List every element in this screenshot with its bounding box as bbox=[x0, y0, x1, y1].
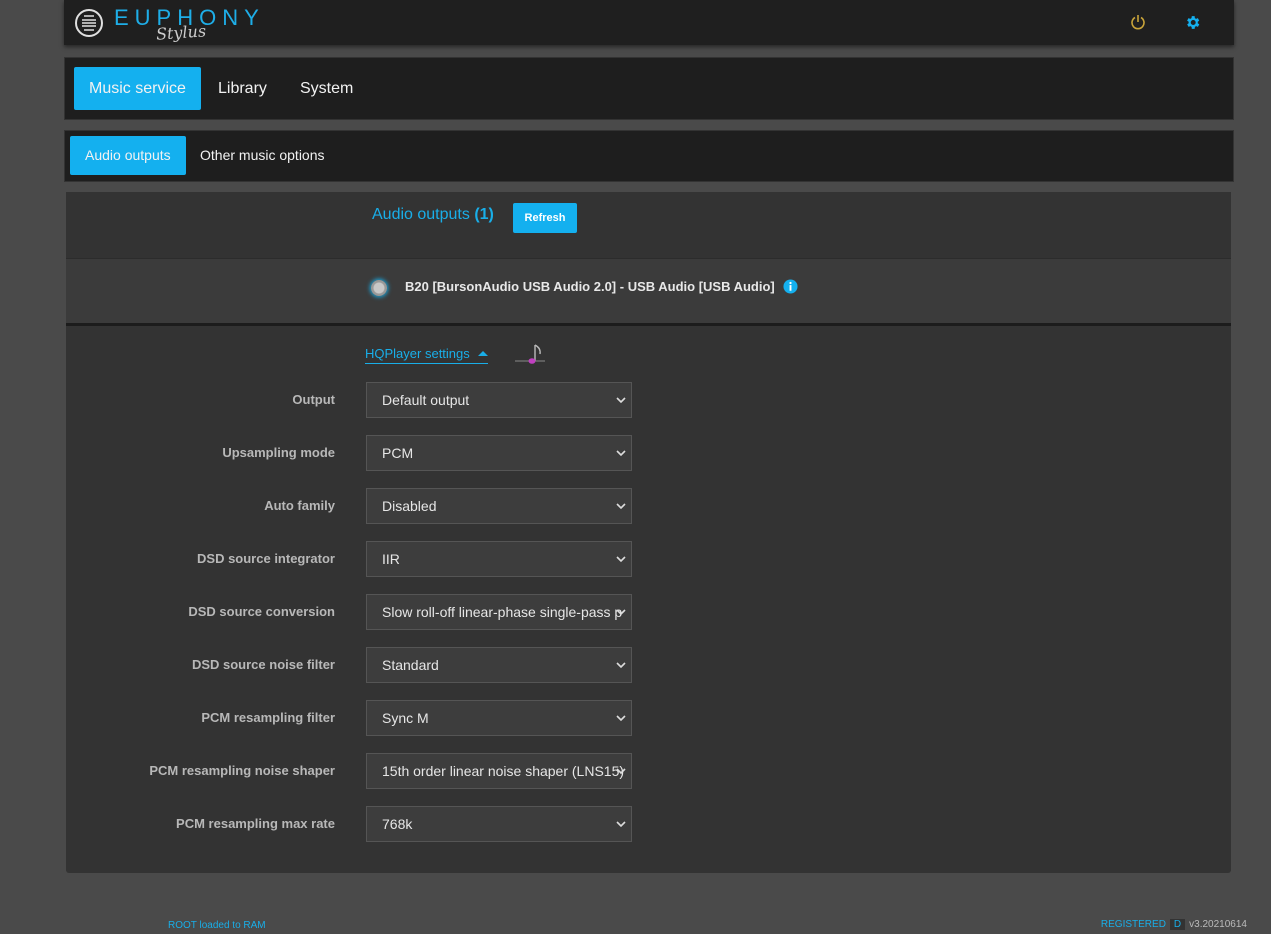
device-name: B20 [BursonAudio USB Audio 2.0] - USB Au… bbox=[405, 279, 775, 294]
dsd-source-integrator-label: DSD source integrator bbox=[197, 551, 335, 566]
euphony-logo[interactable]: EUPHONY Stylus bbox=[74, 5, 259, 44]
output-label: Output bbox=[292, 392, 335, 407]
panel-title: Audio outputs (1) bbox=[372, 206, 494, 224]
device-radio[interactable] bbox=[371, 280, 387, 296]
tab-library[interactable]: Library bbox=[203, 67, 282, 110]
chevron-down-icon bbox=[616, 821, 626, 828]
main-tab-bar: Music service Library System bbox=[64, 57, 1234, 120]
gear-icon[interactable] bbox=[1184, 14, 1201, 31]
chevron-down-icon bbox=[616, 609, 626, 616]
auto-family-value: Disabled bbox=[382, 498, 437, 514]
license-badge: D bbox=[1169, 919, 1186, 930]
dsd-source-conversion-label: DSD source conversion bbox=[188, 604, 335, 619]
pcm-resampling-max-rate-select[interactable]: 768k bbox=[366, 806, 632, 842]
output-select[interactable]: Default output bbox=[366, 382, 632, 418]
chevron-down-icon bbox=[616, 556, 626, 563]
sub-tab-bar: Audio outputs Other music options bbox=[64, 130, 1234, 182]
output-select-value: Default output bbox=[382, 392, 470, 408]
refresh-button[interactable]: Refresh bbox=[513, 203, 577, 233]
pcm-resampling-noise-shaper-value: 15th order linear noise shaper (LNS15) bbox=[382, 763, 624, 779]
upsampling-mode-select[interactable]: PCM bbox=[366, 435, 632, 471]
audio-outputs-panel: Audio outputs (1) Refresh B20 [BursonAud… bbox=[66, 192, 1231, 873]
tab-other-music-options[interactable]: Other music options bbox=[185, 136, 340, 175]
pcm-resampling-noise-shaper-select[interactable]: 15th order linear noise shaper (LNS15) bbox=[366, 753, 632, 789]
chevron-down-icon bbox=[616, 503, 626, 510]
hqplayer-settings-label: HQPlayer settings bbox=[365, 346, 470, 361]
panel-header: Audio outputs (1) Refresh bbox=[66, 192, 1231, 258]
chevron-down-icon bbox=[616, 768, 626, 775]
info-icon[interactable] bbox=[783, 279, 798, 294]
tab-audio-outputs[interactable]: Audio outputs bbox=[70, 136, 186, 175]
upsampling-mode-label: Upsampling mode bbox=[222, 445, 335, 460]
output-count: (1) bbox=[474, 206, 494, 223]
dsd-source-conversion-select[interactable]: Slow roll-off linear-phase single-pass p bbox=[366, 594, 632, 630]
dsd-source-noise-filter-select[interactable]: Standard bbox=[366, 647, 632, 683]
pcm-resampling-max-rate-label: PCM resampling max rate bbox=[176, 816, 335, 831]
dsd-source-integrator-select[interactable]: IIR bbox=[366, 541, 632, 577]
panel-title-text: Audio outputs bbox=[372, 206, 470, 223]
dsd-source-integrator-value: IIR bbox=[382, 551, 400, 567]
chevron-down-icon bbox=[616, 662, 626, 669]
pcm-resampling-filter-select[interactable]: Sync M bbox=[366, 700, 632, 736]
root-ram-status: ROOT loaded to RAM bbox=[168, 920, 266, 931]
tab-music-service[interactable]: Music service bbox=[74, 67, 201, 110]
chevron-down-icon bbox=[616, 397, 626, 404]
dsd-source-noise-filter-value: Standard bbox=[382, 657, 439, 673]
hqplayer-settings-toggle[interactable]: HQPlayer settings bbox=[365, 346, 488, 364]
dsd-source-conversion-value: Slow roll-off linear-phase single-pass p bbox=[382, 604, 623, 620]
pcm-resampling-noise-shaper-label: PCM resampling noise shaper bbox=[149, 763, 335, 778]
version-label: v3.20210614 bbox=[1189, 919, 1247, 930]
footer-status: REGISTERED Dv3.20210614 bbox=[1101, 919, 1247, 930]
euphony-logo-icon bbox=[75, 9, 103, 37]
tab-system[interactable]: System bbox=[285, 67, 368, 110]
pcm-resampling-max-rate-value: 768k bbox=[382, 816, 413, 832]
upsampling-mode-value: PCM bbox=[382, 445, 414, 461]
dsd-source-noise-filter-label: DSD source noise filter bbox=[191, 657, 335, 672]
auto-family-select[interactable]: Disabled bbox=[366, 488, 632, 524]
pcm-resampling-filter-value: Sync M bbox=[382, 710, 429, 726]
chevron-down-icon bbox=[616, 715, 626, 722]
pcm-resampling-filter-label: PCM resampling filter bbox=[201, 710, 335, 725]
auto-family-label: Auto family bbox=[264, 498, 335, 513]
logo-script: Stylus bbox=[155, 21, 207, 44]
chevron-down-icon bbox=[616, 450, 626, 457]
hqplayer-logo-icon bbox=[515, 344, 545, 364]
power-icon[interactable] bbox=[1130, 14, 1146, 30]
top-bar: EUPHONY Stylus bbox=[64, 0, 1234, 45]
output-device-row: B20 [BursonAudio USB Audio 2.0] - USB Au… bbox=[66, 258, 1231, 326]
registered-status: REGISTERED bbox=[1100, 919, 1166, 930]
caret-up-icon bbox=[477, 351, 488, 356]
